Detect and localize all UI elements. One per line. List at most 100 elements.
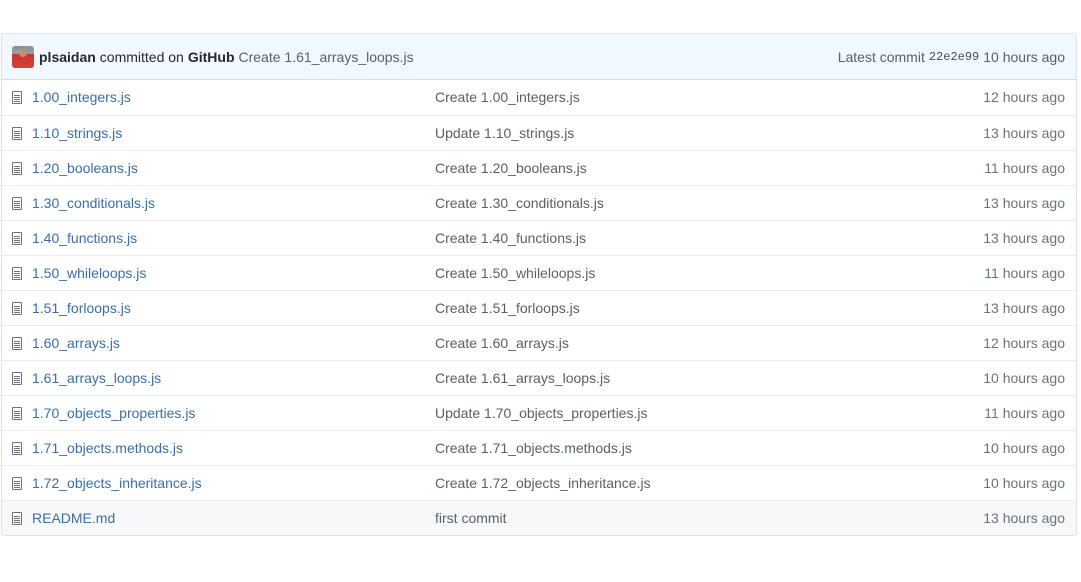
latest-commit-bar: plsaidan committed on GitHub Create 1.61… (2, 34, 1076, 80)
file-name-cell: 1.20_booleans.js (32, 150, 435, 185)
file-icon-cell (2, 115, 32, 150)
file-name-cell: 1.61_arrays_loops.js (32, 360, 435, 395)
file-commit-message-link[interactable]: Create 1.00_integers.js (435, 89, 580, 105)
file-age: 12 hours ago (983, 334, 1065, 351)
file-age: 13 hours ago (983, 124, 1065, 141)
commit-sha-link[interactable]: 22e2e99 (929, 50, 979, 64)
files-table: 1.00_integers.js Create 1.00_integers.js 1… (2, 80, 1076, 535)
file-icon-cell (2, 325, 32, 360)
file-icon-cell (2, 220, 32, 255)
commit-message-cell: Create 1.61_arrays_loops.js (435, 360, 883, 395)
file-icon (12, 301, 22, 315)
file-age: 12 hours ago (983, 89, 1065, 106)
commit-message-cell: Create 1.50_whileloops.js (435, 255, 883, 290)
file-icon-cell (2, 185, 32, 220)
file-commit-message-link[interactable]: Create 1.50_whileloops.js (435, 265, 595, 281)
file-name-cell: 1.71_objects.methods.js (32, 430, 435, 465)
file-name-link[interactable]: 1.10_strings.js (32, 125, 122, 141)
commit-message-cell: Update 1.70_objects_properties.js (435, 395, 883, 430)
file-name-link[interactable]: 1.30_conditionals.js (32, 195, 155, 211)
file-row: 1.40_functions.js Create 1.40_functions.j… (2, 220, 1076, 255)
file-age: 11 hours ago (984, 264, 1065, 281)
file-name-cell: 1.10_strings.js (32, 115, 435, 150)
committed-on-text: committed on (99, 48, 184, 65)
file-age: 13 hours ago (983, 299, 1065, 316)
file-row: 1.00_integers.js Create 1.00_integers.js 1… (2, 80, 1076, 115)
commit-message-cell: Create 1.71_objects.methods.js (435, 430, 883, 465)
avatar[interactable] (12, 45, 34, 68)
file-icon-cell (2, 290, 32, 325)
file-row: 1.50_whileloops.js Create 1.50_whileloops… (2, 255, 1076, 290)
file-row: README.md first commit 13 hours ago (2, 500, 1076, 535)
file-icon (12, 406, 22, 420)
latest-commit-label: Latest commit (837, 48, 925, 65)
commit-message-link[interactable]: Create 1.61_arrays_loops.js (239, 49, 414, 65)
file-row: 1.20_booleans.js Create 1.20_booleans.js 1… (2, 150, 1076, 185)
file-icon-cell (2, 255, 32, 290)
commit-age: 10 hours ago (983, 48, 1065, 65)
file-icon-cell (2, 430, 32, 465)
file-name-cell: 1.60_arrays.js (32, 325, 435, 360)
file-name-link[interactable]: 1.70_objects_properties.js (32, 405, 195, 421)
file-name-link[interactable]: 1.71_objects.methods.js (32, 440, 183, 456)
commit-message-cell: first commit (435, 500, 883, 535)
commit-message-cell: Create 1.20_booleans.js (435, 150, 883, 185)
file-row: 1.70_objects_properties.js Update 1.70_ob… (2, 395, 1076, 430)
file-name-cell: 1.51_forloops.js (32, 290, 435, 325)
file-age: 13 hours ago (983, 194, 1065, 211)
file-icon (12, 161, 22, 175)
file-age: 13 hours ago (983, 229, 1065, 246)
file-age: 10 hours ago (983, 474, 1065, 491)
commit-message-cell: Update 1.10_strings.js (435, 115, 883, 150)
file-name-link[interactable]: 1.60_arrays.js (32, 335, 120, 351)
file-name-cell: 1.50_whileloops.js (32, 255, 435, 290)
file-name-link[interactable]: 1.51_forloops.js (32, 300, 131, 316)
commit-message-cell: Create 1.60_arrays.js (435, 325, 883, 360)
file-name-cell: 1.30_conditionals.js (32, 185, 435, 220)
file-icon (12, 371, 22, 385)
file-commit-message-link[interactable]: Create 1.40_functions.js (435, 230, 586, 246)
file-name-link[interactable]: 1.72_objects_inheritance.js (32, 475, 202, 491)
file-commit-message-link[interactable]: Create 1.61_arrays_loops.js (435, 370, 610, 386)
file-icon-cell (2, 465, 32, 500)
file-name-link[interactable]: 1.20_booleans.js (32, 160, 138, 176)
file-row: 1.51_forloops.js Create 1.51_forloops.js 1… (2, 290, 1076, 325)
file-name-cell: 1.40_functions.js (32, 220, 435, 255)
file-icon (12, 126, 22, 140)
file-commit-message-link[interactable]: Create 1.20_booleans.js (435, 160, 587, 176)
file-age: 13 hours ago (983, 509, 1065, 526)
file-name-link[interactable]: 1.00_integers.js (32, 89, 131, 105)
file-icon (12, 196, 22, 210)
file-icon-cell (2, 395, 32, 430)
file-icon-cell (2, 500, 32, 535)
file-commit-message-link[interactable]: Update 1.70_objects_properties.js (435, 405, 647, 421)
file-icon (12, 231, 22, 245)
commit-meta: Latest commit 22e2e99 10 hours ago (838, 49, 1065, 65)
file-icon-cell (2, 360, 32, 395)
file-icon-cell (2, 80, 32, 115)
file-commit-message-link[interactable]: Create 1.30_conditionals.js (435, 195, 604, 211)
commit-message-cell: Create 1.51_forloops.js (435, 290, 883, 325)
file-name-link[interactable]: 1.50_whileloops.js (32, 265, 146, 281)
file-age: 10 hours ago (983, 439, 1065, 456)
file-commit-message-link[interactable]: Update 1.10_strings.js (435, 125, 574, 141)
commit-message-cell: Create 1.30_conditionals.js (435, 185, 883, 220)
commit-message-cell: Create 1.00_integers.js (435, 80, 883, 115)
file-icon (12, 91, 22, 105)
file-name-link[interactable]: 1.61_arrays_loops.js (32, 370, 161, 386)
commit-author-link[interactable]: plsaidan (39, 49, 96, 65)
file-commit-message-link[interactable]: Create 1.71_objects.methods.js (435, 440, 632, 456)
file-row: 1.71_objects.methods.js Create 1.71_objec… (2, 430, 1076, 465)
file-commit-message-link[interactable]: Create 1.72_objects_inheritance.js (435, 475, 651, 491)
file-commit-message-link[interactable]: Create 1.60_arrays.js (435, 335, 569, 351)
file-commit-message-link[interactable]: Create 1.51_forloops.js (435, 300, 580, 316)
file-age: 11 hours ago (984, 404, 1065, 421)
file-name-link[interactable]: 1.40_functions.js (32, 230, 137, 246)
file-icon (12, 266, 22, 280)
file-icon (12, 441, 22, 455)
file-age: 11 hours ago (984, 159, 1065, 176)
file-age: 10 hours ago (983, 369, 1065, 386)
file-name-link[interactable]: README.md (32, 510, 115, 526)
file-name-cell: 1.70_objects_properties.js (32, 395, 435, 430)
file-commit-message-link[interactable]: first commit (435, 510, 507, 526)
